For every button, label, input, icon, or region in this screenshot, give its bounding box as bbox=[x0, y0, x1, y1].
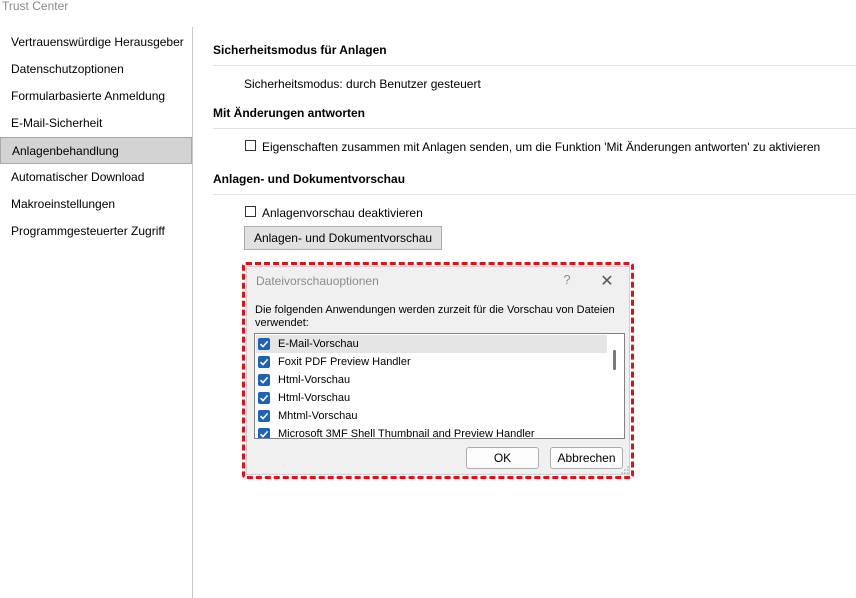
list-item-label: E-Mail-Vorschau bbox=[278, 338, 359, 350]
checkbox-checked-icon[interactable] bbox=[258, 410, 270, 422]
list-item[interactable]: Microsoft 3MF Shell Thumbnail and Previe… bbox=[256, 425, 607, 439]
close-icon[interactable]: ✕ bbox=[599, 271, 615, 291]
ok-button[interactable]: OK bbox=[466, 447, 539, 469]
file-preview-options-dialog: Dateivorschauoptionen ? ✕ Die folgenden … bbox=[246, 266, 630, 475]
preview-handler-list[interactable]: E-Mail-Vorschau Foxit PDF Preview Handle… bbox=[254, 333, 625, 439]
security-mode-text: Sicherheitsmodus: durch Benutzer gesteue… bbox=[244, 77, 481, 91]
list-scrollbar-thumb[interactable] bbox=[613, 350, 616, 370]
section-heading-attachment-security-mode: Sicherheitsmodus für Anlagen bbox=[213, 43, 387, 57]
list-item-label: Foxit PDF Preview Handler bbox=[278, 356, 411, 368]
sidebar-item-privacy-options[interactable]: Datenschutzoptionen bbox=[0, 56, 192, 83]
list-item-label: Html-Vorschau bbox=[278, 374, 351, 386]
sidebar-item-macro-settings[interactable]: Makroeinstellungen bbox=[0, 191, 192, 218]
sidebar-item-programmatic-access[interactable]: Programmgesteuerter Zugriff bbox=[0, 218, 192, 245]
list-item[interactable]: Html-Vorschau bbox=[256, 389, 607, 407]
sidebar-item-trusted-publishers[interactable]: Vertrauenswürdige Herausgeber bbox=[0, 29, 192, 56]
list-item-label: Microsoft 3MF Shell Thumbnail and Previe… bbox=[278, 428, 535, 439]
list-item[interactable]: Foxit PDF Preview Handler bbox=[256, 353, 607, 371]
sidebar-item-email-security[interactable]: E-Mail-Sicherheit bbox=[0, 110, 192, 137]
list-item-label: Mhtml-Vorschau bbox=[278, 410, 358, 422]
resize-grip-icon[interactable] bbox=[621, 466, 629, 474]
sidebar-nav: Vertrauenswürdige Herausgeber Datenschut… bbox=[0, 27, 193, 598]
attachment-preview-button[interactable]: Anlagen- und Dokumentvorschau bbox=[244, 226, 442, 250]
cancel-button[interactable]: Abbrechen bbox=[550, 447, 623, 469]
section-divider bbox=[213, 65, 856, 66]
sidebar-item-attachment-handling[interactable]: Anlagenbehandlung bbox=[0, 137, 192, 164]
section-heading-attachment-preview: Anlagen- und Dokumentvorschau bbox=[213, 172, 406, 186]
section-divider bbox=[213, 128, 856, 129]
window-title: Trust Center bbox=[2, 0, 69, 13]
sidebar-item-form-based-signin[interactable]: Formularbasierte Anmeldung bbox=[0, 83, 192, 110]
disable-preview-checkbox[interactable] bbox=[245, 206, 256, 217]
send-properties-checkbox[interactable] bbox=[245, 140, 256, 151]
list-item[interactable]: Mhtml-Vorschau bbox=[256, 407, 607, 425]
list-item-label: Html-Vorschau bbox=[278, 392, 351, 404]
dialog-title: Dateivorschauoptionen bbox=[256, 274, 379, 288]
checkbox-checked-icon[interactable] bbox=[258, 392, 270, 404]
checkbox-checked-icon[interactable] bbox=[258, 356, 270, 368]
disable-preview-label[interactable]: Anlagenvorschau deaktivieren bbox=[262, 206, 423, 220]
sidebar-item-automatic-download[interactable]: Automatischer Download bbox=[0, 164, 192, 191]
help-icon[interactable]: ? bbox=[560, 272, 574, 287]
section-heading-reply-with-changes: Mit Änderungen antworten bbox=[213, 106, 365, 120]
dialog-description: Die folgenden Anwendungen werden zurzeit… bbox=[255, 304, 615, 329]
checkbox-checked-icon[interactable] bbox=[258, 428, 270, 438]
checkbox-checked-icon[interactable] bbox=[258, 338, 270, 350]
checkbox-checked-icon[interactable] bbox=[258, 374, 270, 386]
section-divider bbox=[213, 194, 856, 195]
list-item[interactable]: Html-Vorschau bbox=[256, 371, 607, 389]
send-properties-label[interactable]: Eigenschaften zusammen mit Anlagen sende… bbox=[262, 140, 820, 154]
list-item[interactable]: E-Mail-Vorschau bbox=[256, 335, 607, 353]
